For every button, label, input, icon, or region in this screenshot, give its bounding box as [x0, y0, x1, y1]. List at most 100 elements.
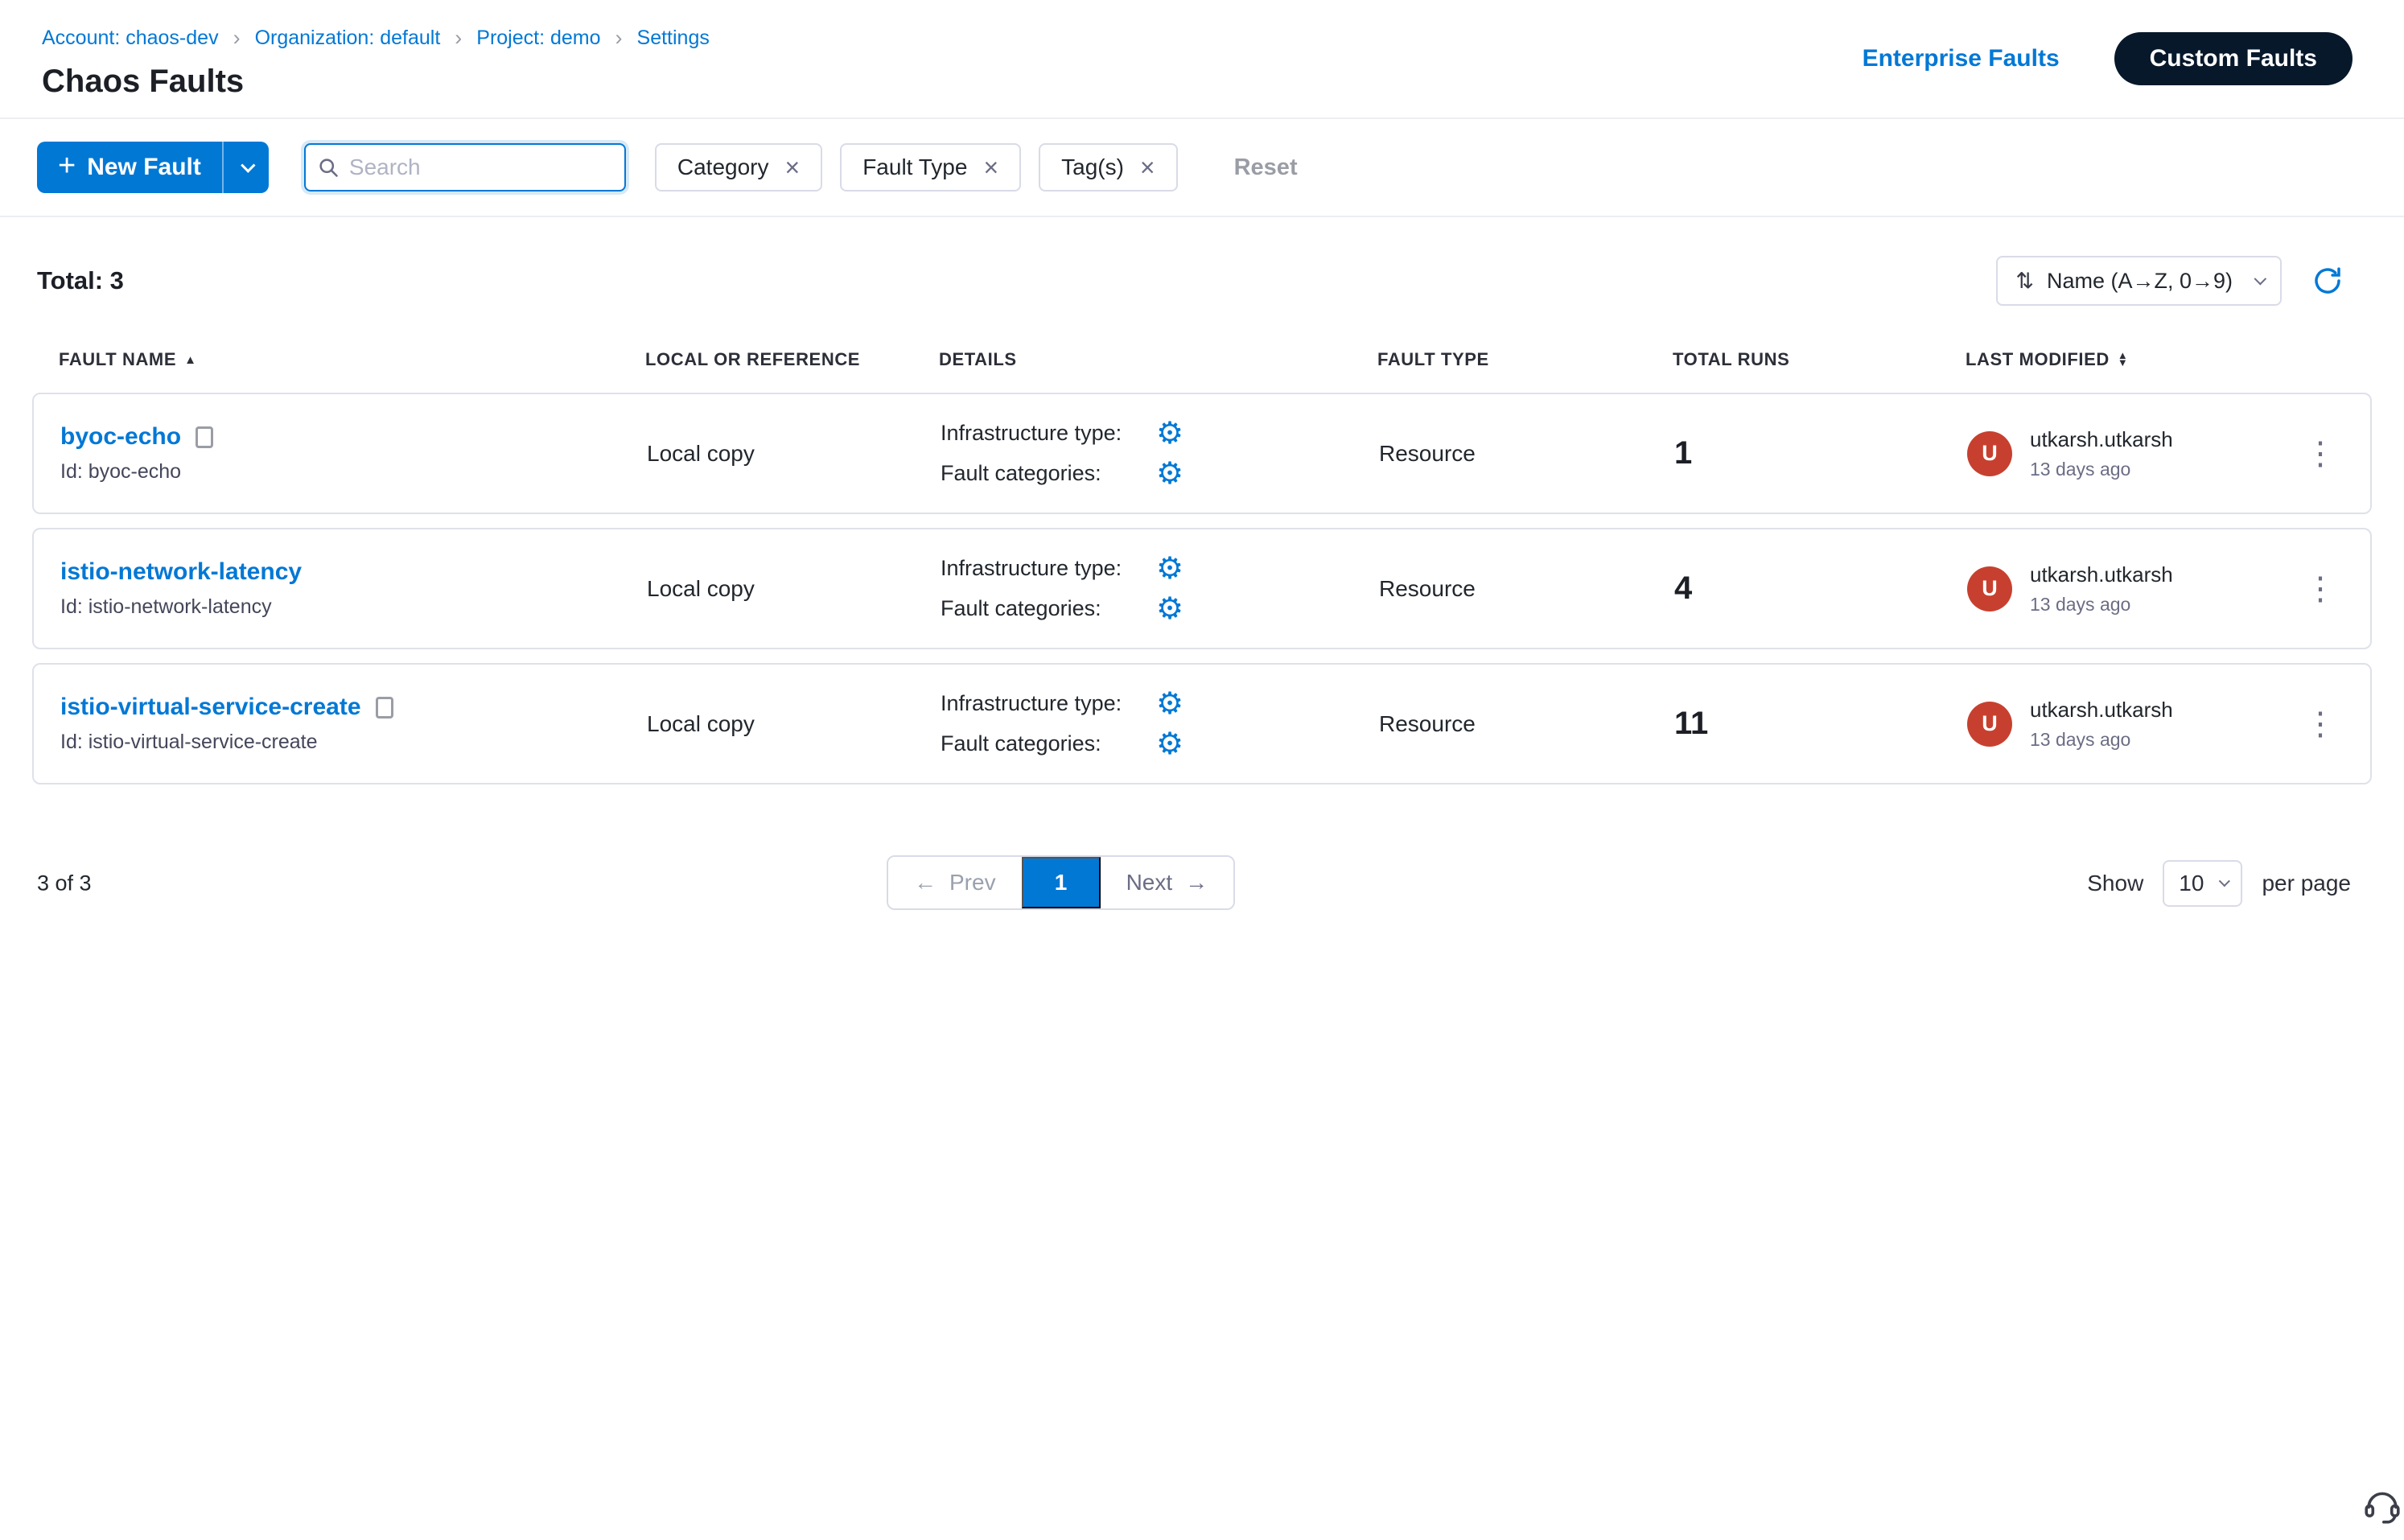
- details-cell: Infrastructure type: ⚙ Fault categories:…: [941, 554, 1379, 624]
- modified-time: 13 days ago: [2030, 459, 2173, 480]
- infrastructure-type-label: Infrastructure type:: [941, 556, 1156, 581]
- row-menu-button[interactable]: ⋮: [2304, 708, 2336, 740]
- total-runs-value: 11: [1674, 706, 1967, 742]
- reset-filters-button[interactable]: Reset: [1234, 154, 1298, 181]
- chevron-down-icon: [241, 158, 256, 172]
- filter-fault-type-chip[interactable]: Fault Type ×: [840, 143, 1021, 191]
- chaos-faults-page: Account: chaos-dev › Organization: defau…: [0, 0, 2404, 1540]
- infrastructure-gear-icon: ⚙: [1156, 554, 1183, 584]
- fault-categories-label: Fault categories:: [941, 461, 1156, 486]
- column-fault-type: FAULT TYPE: [1377, 349, 1673, 370]
- pagination: 3 of 3 ← Prev 1 Next → Show 10 per page: [32, 855, 2372, 912]
- fault-name-link[interactable]: byoc-echo: [60, 423, 181, 451]
- avatar: U: [1967, 702, 2012, 747]
- local-or-reference-value: Local copy: [647, 441, 941, 467]
- category-gear-icon: ⚙: [1156, 729, 1183, 760]
- fault-row[interactable]: istio-virtual-service-create Id: istio-v…: [32, 663, 2372, 784]
- filter-chips: Category × Fault Type × Tag(s) ×: [655, 143, 1178, 191]
- arrow-right-icon: →: [1185, 870, 1208, 896]
- column-details: DETAILS: [939, 349, 1377, 370]
- filter-category-chip[interactable]: Category ×: [655, 143, 822, 191]
- chevron-down-icon: [2254, 272, 2267, 285]
- breadcrumb-separator: ›: [233, 26, 241, 51]
- list-controls: Total: 3 ⇅ Name (A→Z, 0→9): [32, 256, 2372, 306]
- filter-tags-chip[interactable]: Tag(s) ×: [1039, 143, 1177, 191]
- fault-row[interactable]: byoc-echo Id: byoc-echo Local copy Infra…: [32, 393, 2372, 514]
- page-header: Account: chaos-dev › Organization: defau…: [0, 0, 2404, 119]
- modified-time: 13 days ago: [2030, 729, 2173, 751]
- breadcrumb-organization[interactable]: Organization: default: [255, 27, 441, 50]
- fault-name-cell: istio-virtual-service-create Id: istio-v…: [60, 694, 647, 754]
- fault-categories-label: Fault categories:: [941, 731, 1156, 756]
- faults-list: Total: 3 ⇅ Name (A→Z, 0→9) FAULT NAME: [0, 256, 2404, 912]
- new-fault-button[interactable]: + New Fault: [37, 142, 269, 193]
- search-icon: [317, 156, 340, 179]
- refresh-icon: [2311, 264, 2344, 298]
- sort-both-icon: ▲ ▼: [2118, 352, 2128, 367]
- new-fault-main[interactable]: + New Fault: [37, 142, 222, 193]
- close-icon[interactable]: ×: [785, 154, 801, 180]
- modified-by-user: utkarsh.utkarsh: [2030, 427, 2173, 452]
- fault-name-link[interactable]: istio-virtual-service-create: [60, 694, 361, 721]
- filter-tags-label: Tag(s): [1061, 154, 1124, 180]
- chevron-down-icon: [2219, 875, 2230, 887]
- fault-name-cell: byoc-echo Id: byoc-echo: [60, 423, 647, 484]
- breadcrumb-project[interactable]: Project: demo: [476, 27, 600, 50]
- row-menu-button[interactable]: ⋮: [2304, 573, 2336, 605]
- arrow-left-icon: ←: [914, 870, 936, 896]
- filter-fault-type-label: Fault Type: [862, 154, 967, 180]
- support-chat-icon[interactable]: [2361, 1484, 2404, 1527]
- page-1-button[interactable]: 1: [1022, 857, 1101, 908]
- enterprise-faults-link[interactable]: Enterprise Faults: [1863, 45, 2060, 72]
- plus-icon: +: [58, 149, 76, 183]
- category-gear-icon: ⚙: [1156, 459, 1183, 489]
- search-input[interactable]: [349, 154, 613, 180]
- pagination-summary: 3 of 3: [37, 871, 92, 896]
- avatar: U: [1967, 431, 2012, 476]
- breadcrumb-settings[interactable]: Settings: [637, 27, 710, 50]
- local-or-reference-value: Local copy: [647, 576, 941, 602]
- breadcrumb-account[interactable]: Account: chaos-dev: [42, 27, 219, 50]
- fault-type-value: Resource: [1379, 576, 1674, 602]
- refresh-button[interactable]: [2311, 264, 2344, 298]
- page-size-dropdown[interactable]: 10: [2163, 860, 2242, 907]
- table-header: FAULT NAME ▲ LOCAL OR REFERENCE DETAILS …: [32, 349, 2372, 370]
- fault-id: Id: istio-virtual-service-create: [60, 731, 647, 754]
- total-count: Total: 3: [37, 266, 124, 295]
- sort-label: Name (A→Z, 0→9): [2047, 269, 2233, 294]
- row-menu-button[interactable]: ⋮: [2304, 438, 2336, 470]
- column-last-modified[interactable]: LAST MODIFIED ▲ ▼: [1966, 349, 2269, 370]
- close-icon[interactable]: ×: [1140, 154, 1155, 180]
- filter-category-label: Category: [677, 154, 769, 180]
- total-runs-value: 1: [1674, 435, 1967, 471]
- modified-time: 13 days ago: [2030, 594, 2173, 616]
- fault-id: Id: istio-network-latency: [60, 595, 647, 619]
- sort-dropdown[interactable]: ⇅ Name (A→Z, 0→9): [1996, 256, 2282, 306]
- fault-type-value: Resource: [1379, 441, 1674, 467]
- custom-faults-button[interactable]: Custom Faults: [2114, 32, 2353, 85]
- next-page-button[interactable]: Next →: [1101, 857, 1234, 908]
- last-modified-cell: U utkarsh.utkarsh 13 days ago: [1967, 698, 2270, 751]
- new-fault-label: New Fault: [87, 154, 201, 181]
- category-gear-icon: ⚙: [1156, 594, 1183, 624]
- fault-name-link[interactable]: istio-network-latency: [60, 558, 302, 586]
- fault-row[interactable]: istio-network-latency Id: istio-network-…: [32, 528, 2372, 649]
- avatar: U: [1967, 566, 2012, 611]
- modified-by-user: utkarsh.utkarsh: [2030, 562, 2173, 587]
- modified-by-user: utkarsh.utkarsh: [2030, 698, 2173, 723]
- infrastructure-type-label: Infrastructure type:: [941, 691, 1156, 716]
- pager: ← Prev 1 Next →: [887, 855, 1235, 910]
- fault-type-value: Resource: [1379, 711, 1674, 737]
- total-runs-value: 4: [1674, 570, 1967, 607]
- sort-ascending-icon: ▲: [184, 353, 196, 367]
- prev-page-button[interactable]: ← Prev: [888, 857, 1022, 908]
- column-fault-name[interactable]: FAULT NAME ▲: [59, 349, 645, 370]
- new-fault-dropdown-button[interactable]: [222, 142, 269, 193]
- close-icon[interactable]: ×: [983, 154, 998, 180]
- details-cell: Infrastructure type: ⚙ Fault categories:…: [941, 689, 1379, 760]
- column-total-runs: TOTAL RUNS: [1673, 349, 1966, 370]
- fault-name-cell: istio-network-latency Id: istio-network-…: [60, 558, 647, 619]
- sort-icon: ⇅: [2015, 269, 2034, 294]
- local-or-reference-value: Local copy: [647, 711, 941, 737]
- breadcrumb-separator: ›: [615, 26, 623, 51]
